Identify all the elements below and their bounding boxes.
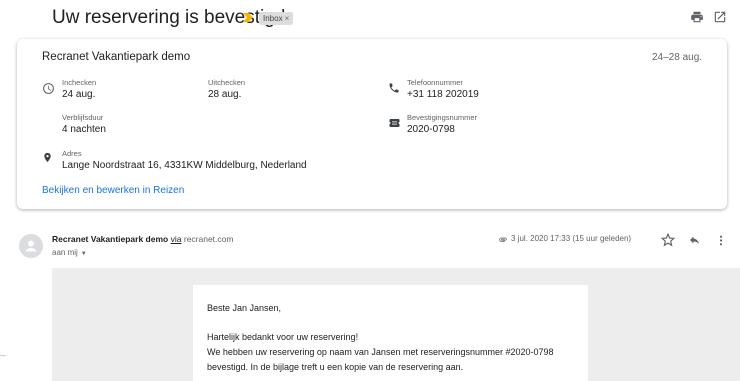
clock-icon — [43, 83, 54, 94]
view-edit-in-travel-link[interactable]: Bekijken en bewerken in Reizen — [42, 185, 184, 196]
divider — [0, 355, 6, 356]
confirmation-label: Bevestigingsnummer — [407, 113, 478, 122]
message-date: 3 jul. 2020 17:33 (15 uur geleden) — [511, 234, 632, 243]
phone-value: +31 118 202019 — [407, 89, 479, 100]
phone-label: Telefoonnummer — [407, 78, 463, 87]
inbox-label-text: Inbox — [263, 14, 283, 23]
open-in-new-window-icon[interactable] — [713, 10, 727, 24]
sender-domain: recranet.com — [183, 234, 234, 244]
reply-icon[interactable] — [688, 234, 701, 246]
more-options-icon[interactable] — [717, 234, 725, 247]
email-line-1: Hartelijk bedankt voor uw reservering! — [207, 332, 359, 342]
caret-down-icon: ▼ — [80, 251, 87, 257]
inbox-label-chip[interactable]: Inbox × — [259, 12, 294, 25]
email-line-2: We hebben uw reservering op naam van Jan… — [207, 347, 554, 357]
email-greeting: Beste Jan Jansen, — [207, 303, 282, 313]
card-date-range: 24–28 aug. — [652, 52, 703, 63]
checkin-label: Inchecken — [62, 78, 97, 87]
sender-line: Recranet Vakantiepark demo via recranet.… — [52, 234, 233, 244]
email-line-3: bevestigd. In de bijlage treft u een kop… — [207, 362, 464, 372]
phone-icon — [389, 83, 399, 93]
reservation-card — [17, 39, 727, 209]
recipient-dropdown[interactable]: aan mij ▼ — [52, 248, 87, 257]
duration-label: Verblijfsduur — [62, 113, 104, 122]
ticket-icon — [389, 119, 400, 127]
address-value: Lange Noordstraat 16, 4331KW Middelburg,… — [62, 160, 307, 171]
location-pin-icon — [44, 152, 51, 163]
checkout-value: 28 aug. — [208, 89, 242, 100]
via-link[interactable]: via — [171, 234, 182, 244]
address-label: Adres — [62, 149, 82, 158]
checkout-label: Uitchecken — [208, 78, 246, 87]
print-icon[interactable] — [690, 10, 704, 24]
checkin-value: 24 aug. — [62, 89, 96, 100]
attachment-icon — [499, 237, 507, 242]
importance-marker-icon[interactable] — [243, 12, 255, 23]
duration-value: 4 nachten — [62, 124, 106, 135]
recipient-label: aan mij — [52, 248, 78, 257]
card-title: Recranet Vakantiepark demo — [42, 51, 191, 63]
person-icon — [25, 240, 37, 252]
star-icon[interactable] — [661, 233, 675, 247]
confirmation-value: 2020-0798 — [407, 124, 455, 135]
sender-name[interactable]: Recranet Vakantiepark demo — [52, 234, 168, 244]
remove-label-icon[interactable]: × — [285, 14, 290, 23]
avatar — [19, 234, 43, 258]
